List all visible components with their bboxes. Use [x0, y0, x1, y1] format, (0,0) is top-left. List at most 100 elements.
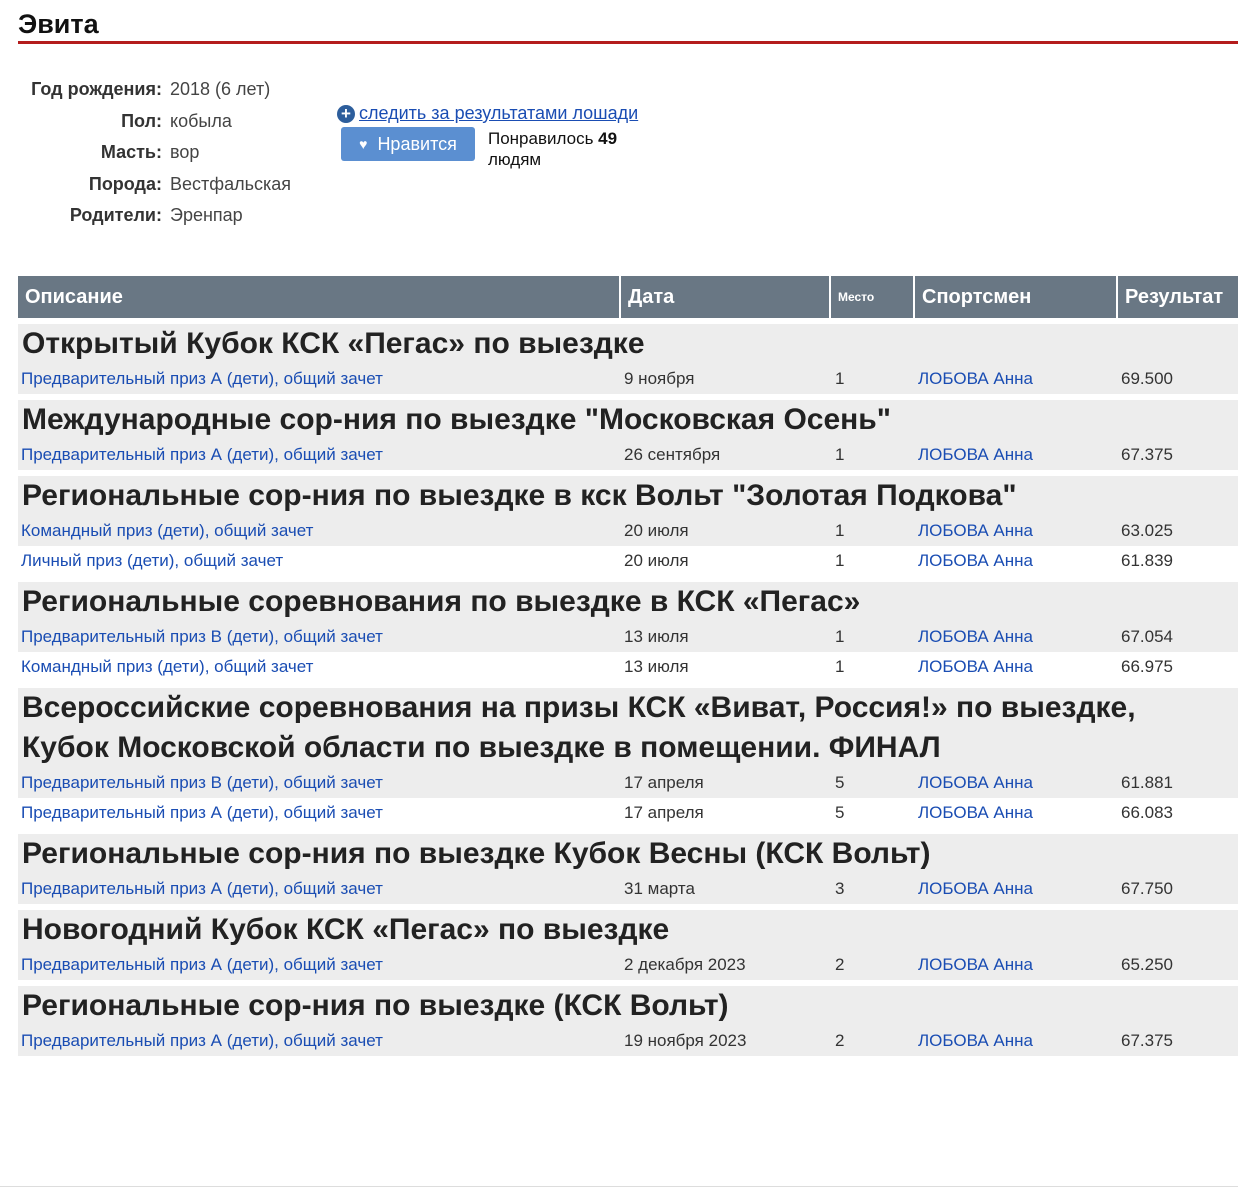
result-date: 20 июля: [624, 521, 689, 540]
result-place-cell: 1: [831, 521, 915, 541]
info-label: Год рождения:: [31, 79, 162, 100]
result-date-cell: 19 ноября 2023: [621, 1031, 831, 1051]
result-description-cell: Предварительный приз В (дети), общий зач…: [18, 773, 621, 793]
title-divider: [18, 41, 1238, 44]
info-label: Порода:: [88, 173, 162, 194]
rider-cell: ЛОБОВА Анна: [915, 803, 1118, 823]
event-group: Региональные соревнования по выездке в К…: [18, 576, 1238, 682]
result-description-link[interactable]: Предварительный приз В (дети), общий зач…: [21, 627, 383, 646]
likes-prefix: Понравилось: [488, 129, 599, 148]
rider-link[interactable]: ЛОБОВА Анна: [918, 773, 1033, 792]
info-row-breed: Порода: Вестфальская: [20, 169, 291, 201]
info-value: Эренпар: [170, 205, 243, 226]
result-score: 67.750: [1121, 879, 1173, 898]
rider-cell: ЛОБОВА Анна: [915, 657, 1118, 677]
result-date-cell: 13 июля: [621, 627, 831, 647]
result-date-cell: 2 декабря 2023: [621, 955, 831, 975]
result-place: 5: [835, 773, 845, 792]
result-score-cell: 67.750: [1118, 879, 1238, 899]
result-place: 1: [835, 445, 845, 464]
result-place: 1: [835, 657, 845, 676]
rider-link[interactable]: ЛОБОВА Анна: [918, 803, 1033, 822]
table-row: Командный приз (дети), общий зачет 13 июл…: [18, 652, 1238, 682]
page-header: Эвита: [18, 0, 1238, 44]
page-title: Эвита: [18, 9, 99, 39]
rider-link[interactable]: ЛОБОВА Анна: [918, 521, 1033, 540]
result-description-link[interactable]: Предварительный приз В (дети), общий зач…: [21, 773, 383, 792]
event-group: Региональные сор-ния по выездке (КСК Вол…: [18, 980, 1238, 1056]
rider-link[interactable]: ЛОБОВА Анна: [918, 551, 1033, 570]
result-date: 20 июля: [624, 551, 689, 570]
result-description-link[interactable]: Командный приз (дети), общий зачет: [21, 521, 313, 540]
result-score: 67.054: [1121, 627, 1173, 646]
result-place-cell: 1: [831, 445, 915, 465]
rider-cell: ЛОБОВА Анна: [915, 445, 1118, 465]
result-place-cell: 3: [831, 879, 915, 899]
result-place: 2: [835, 955, 845, 974]
event-title: Региональные сор-ния по выездке в кск Во…: [18, 476, 1238, 516]
follow-horse-link[interactable]: + следить за результатами лошади: [337, 103, 638, 124]
result-date: 26 сентября: [624, 445, 721, 464]
result-score-cell: 67.054: [1118, 627, 1238, 647]
result-score: 61.881: [1121, 773, 1173, 792]
info-label: Масть:: [100, 142, 162, 163]
table-header: Описание Дата Место Спортсмен Результат: [18, 276, 1238, 318]
table-row: Предварительный приз В (дети), общий зач…: [18, 622, 1238, 652]
result-description-link[interactable]: Предварительный приз А (дети), общий зач…: [21, 369, 383, 388]
result-date-cell: 20 июля: [621, 521, 831, 541]
info-row-sex: Пол: кобыла: [20, 106, 291, 138]
page-bottom-divider: [0, 1186, 1238, 1187]
result-date-cell: 9 ноября: [621, 369, 831, 389]
table-row: Предварительный приз А (дети), общий зач…: [18, 798, 1238, 828]
rider-link[interactable]: ЛОБОВА Анна: [918, 627, 1033, 646]
rider-cell: ЛОБОВА Анна: [915, 627, 1118, 647]
result-place-cell: 5: [831, 803, 915, 823]
event-group: Региональные сор-ния по выездке в кск Во…: [18, 470, 1238, 576]
event-group: Региональные сор-ния по выездке Кубок Ве…: [18, 828, 1238, 904]
rider-link[interactable]: ЛОБОВА Анна: [918, 1031, 1033, 1050]
rider-cell: ЛОБОВА Анна: [915, 551, 1118, 571]
result-date: 17 апреля: [624, 803, 704, 822]
info-value: 2018 (6 лет): [170, 79, 271, 100]
follow-link-text[interactable]: следить за результатами лошади: [359, 103, 638, 124]
rider-link[interactable]: ЛОБОВА Анна: [918, 369, 1033, 388]
result-place: 3: [835, 879, 845, 898]
event-title: Новогодний Кубок КСК «Пегас» по выездке: [18, 910, 1238, 950]
plus-circle-icon[interactable]: +: [337, 104, 355, 123]
rider-link[interactable]: ЛОБОВА Анна: [918, 955, 1033, 974]
result-description-link[interactable]: Предварительный приз А (дети), общий зач…: [21, 955, 383, 974]
result-description-link[interactable]: Личный приз (дети), общий зачет: [21, 551, 283, 570]
result-description-link[interactable]: Предварительный приз А (дети), общий зач…: [21, 803, 383, 822]
result-date: 13 июля: [624, 657, 689, 676]
result-score-cell: 67.375: [1118, 1031, 1238, 1051]
result-description-link[interactable]: Командный приз (дети), общий зачет: [21, 657, 313, 676]
column-header-date[interactable]: Дата: [621, 276, 831, 318]
column-header-description[interactable]: Описание: [18, 276, 621, 318]
result-place: 1: [835, 369, 845, 388]
column-header-rider[interactable]: Спортсмен: [915, 276, 1118, 318]
table-body: Открытый Кубок КСК «Пегас» по выездке Пре…: [18, 318, 1238, 1056]
rider-link[interactable]: ЛОБОВА Анна: [918, 445, 1033, 464]
results-table: Описание Дата Место Спортсмен Результат …: [18, 276, 1238, 1056]
result-description-cell: Командный приз (дети), общий зачет: [18, 657, 621, 677]
event-title: Открытый Кубок КСК «Пегас» по выездке: [18, 324, 1238, 364]
table-row: Предварительный приз А (дети), общий зач…: [18, 440, 1238, 470]
column-header-place[interactable]: Место: [831, 276, 915, 318]
result-score-cell: 69.500: [1118, 369, 1238, 389]
result-description-link[interactable]: Предварительный приз А (дети), общий зач…: [21, 1031, 383, 1050]
event-title: Региональные сор-ния по выездке Кубок Ве…: [18, 834, 1238, 874]
result-score-cell: 66.083: [1118, 803, 1238, 823]
table-row: Личный приз (дети), общий зачет 20 июля 1 Л…: [18, 546, 1238, 576]
rider-link[interactable]: ЛОБОВА Анна: [918, 879, 1033, 898]
event-group: Международные сор-ния по выездке "Москов…: [18, 394, 1238, 470]
result-description-link[interactable]: Предварительный приз А (дети), общий зач…: [21, 879, 383, 898]
column-header-result[interactable]: Результат: [1118, 276, 1238, 318]
result-description-cell: Предварительный приз А (дети), общий зач…: [18, 445, 621, 465]
rider-link[interactable]: ЛОБОВА Анна: [918, 657, 1033, 676]
info-value: кобыла: [170, 110, 232, 131]
result-description-link[interactable]: Предварительный приз А (дети), общий зач…: [21, 445, 383, 464]
result-place-cell: 2: [831, 1031, 915, 1051]
event-group: Всероссийские соревнования на призы КСК …: [18, 682, 1238, 828]
result-date-cell: 17 апреля: [621, 803, 831, 823]
like-button[interactable]: ♥ Нравится: [341, 127, 475, 161]
